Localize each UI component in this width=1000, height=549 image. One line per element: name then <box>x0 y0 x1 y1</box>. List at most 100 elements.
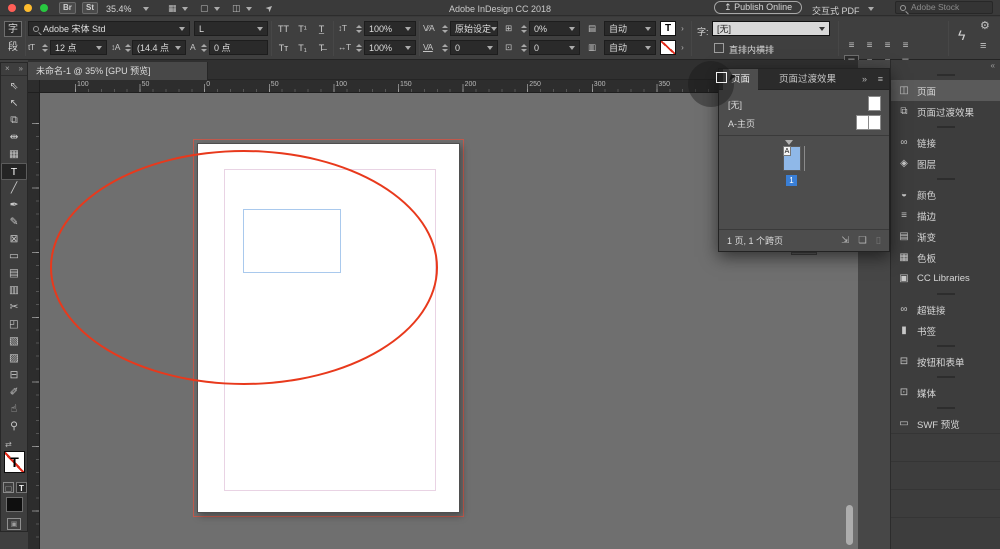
font-style-select[interactable]: L <box>194 21 268 36</box>
line-tool[interactable]: ╱ <box>1 180 27 197</box>
eyedropper-tool[interactable]: ✐ <box>1 384 27 401</box>
tracking-select[interactable]: 原始设定 <box>450 21 498 36</box>
type-tool[interactable]: T <box>1 163 27 180</box>
quick-apply-icon[interactable]: ϟ <box>958 28 965 43</box>
dock-collapse-icon[interactable]: « <box>991 61 995 70</box>
pages-more-icon[interactable]: » <box>862 69 867 90</box>
selection-tool[interactable]: ⇖ <box>1 78 27 95</box>
leading-select[interactable]: (14.4 点 <box>132 40 186 55</box>
page-tool[interactable]: ⧉ <box>1 112 27 129</box>
new-page-action-icon[interactable]: ❏ <box>858 235 867 246</box>
workspace-caret[interactable] <box>868 7 874 11</box>
dock-item-color[interactable]: ◒颜色 <box>891 184 1000 205</box>
gap-tool[interactable]: ⇹ <box>1 129 27 146</box>
zoom-tool[interactable]: ⚲ <box>1 418 27 435</box>
align-justify-button[interactable]: ≡ <box>898 38 913 53</box>
content-collector-tool[interactable]: ▦ <box>1 146 27 163</box>
master-row-a[interactable]: A-主页 <box>719 113 889 132</box>
ellipse-shape[interactable] <box>50 150 438 385</box>
panel-menu-icon[interactable]: ≡ <box>980 39 986 54</box>
dock-item-swf-preview[interactable]: ▭SWF 预览 <box>891 413 1000 434</box>
vertical-scale-select[interactable]: 100% <box>364 21 416 36</box>
format-text-toggle[interactable]: T <box>16 482 27 493</box>
dock-item-stroke[interactable]: ≡描边 <box>891 205 1000 226</box>
grid-count-stepper[interactable] <box>520 40 527 55</box>
kerning-field[interactable]: 0 点 <box>209 40 268 55</box>
pencil-tool[interactable]: ✎ <box>1 214 27 231</box>
note-tool[interactable]: ⊟ <box>1 367 27 384</box>
stroke-flyout-arrow[interactable]: › <box>678 40 687 55</box>
publish-online-button[interactable]: ↥ Publish Online <box>714 1 802 14</box>
gradient-feather-tool[interactable]: ▨ <box>1 350 27 367</box>
superscript-button[interactable]: T¹ <box>294 21 311 37</box>
tatechuyoko-checkbox[interactable] <box>714 43 724 53</box>
tracking-stepper[interactable] <box>441 21 448 36</box>
small-caps-button[interactable]: Tт <box>275 40 292 56</box>
all-caps-button[interactable]: TT <box>275 21 292 37</box>
dock-item-swatches[interactable]: ▦色板 <box>891 247 1000 268</box>
dock-item-media[interactable]: ⊡媒体 <box>891 382 1000 403</box>
rectangle-tool[interactable]: ▭ <box>1 248 27 265</box>
workspace-switcher[interactable]: 交互式 PDF <box>812 4 860 17</box>
font-size-stepper[interactable] <box>41 40 48 55</box>
proportional-spacing-stepper[interactable] <box>520 21 527 36</box>
proportional-spacing-select[interactable]: 0% <box>529 21 580 36</box>
apply-color-swatch[interactable] <box>6 497 23 512</box>
swap-fill-stroke-icon[interactable]: ⇄ <box>5 440 12 449</box>
frame-tool[interactable]: ⊠ <box>1 231 27 248</box>
page-transition-action-icon[interactable]: ⇲ <box>841 235 849 246</box>
dock-item-gradient[interactable]: ▤渐变 <box>891 226 1000 247</box>
tsume-select[interactable]: 0 <box>450 40 498 55</box>
grid-count-select[interactable]: 0 <box>529 40 580 55</box>
underline-button[interactable]: T̲ <box>313 21 330 37</box>
font-family-select[interactable]: Adobe 宋体 Std <box>28 21 190 36</box>
tools-close-icon[interactable]: × <box>5 63 10 75</box>
adobe-stock-search-input[interactable]: Adobe Stock <box>895 1 993 14</box>
gradient-swatch-tool[interactable]: ▧ <box>1 333 27 350</box>
dock-item-page-transitions[interactable]: ⧉页面过渡效果 <box>891 101 1000 122</box>
horizontal-scale-stepper[interactable] <box>355 40 362 55</box>
fill-color-swatch[interactable]: T <box>660 21 676 36</box>
spread-collapse-triangle[interactable] <box>785 140 793 145</box>
char-align-select[interactable]: 自动 <box>604 40 656 55</box>
dock-item-cc-libraries[interactable]: ▣CC Libraries <box>891 268 1000 289</box>
align-right-button[interactable]: ≡ <box>880 38 895 53</box>
stroke-color-swatch[interactable] <box>660 40 676 55</box>
character-style-select[interactable]: [无] <box>712 21 830 36</box>
paragraph-formatting-button[interactable]: 段 <box>4 40 22 56</box>
panel-gear-icon[interactable]: ⚙ <box>980 19 989 34</box>
document-tab[interactable]: 未命名-1 @ 35% [GPU 预览] <box>28 62 208 80</box>
free-transform-tool[interactable]: ◰ <box>1 316 27 333</box>
direct-selection-tool[interactable]: ↖ <box>1 95 27 112</box>
align-left-button[interactable]: ≡ <box>844 38 859 53</box>
dock-item-links[interactable]: ∞链接 <box>891 132 1000 153</box>
vertical-grid-tool[interactable]: ▥ <box>1 282 27 299</box>
strikethrough-button[interactable]: T̶ <box>313 40 330 56</box>
page-number-badge[interactable]: 1 <box>786 175 797 186</box>
dock-item-pages[interactable]: ◫页面 <box>891 80 1000 101</box>
page-1-thumbnail[interactable]: A <box>783 146 801 171</box>
vertical-scrollbar[interactable] <box>846 505 853 545</box>
ruler-corner[interactable] <box>28 80 40 93</box>
tsume-stepper[interactable] <box>441 40 448 55</box>
pages-menu-icon[interactable]: ≡ <box>878 69 883 90</box>
dock-item-hyperlinks[interactable]: ∞超链接 <box>891 299 1000 320</box>
hand-tool[interactable]: ☝ <box>1 401 27 418</box>
dock-item-layers[interactable]: ◈图层 <box>891 153 1000 174</box>
panel-resize-grip[interactable] <box>791 252 817 255</box>
pen-tool[interactable]: ✒ <box>1 197 27 214</box>
master-row-none[interactable]: [无] <box>719 94 889 113</box>
vertical-scale-stepper[interactable] <box>355 21 362 36</box>
dock-item-bookmarks[interactable]: ▮书签 <box>891 320 1000 341</box>
vertical-ruler[interactable] <box>28 93 40 549</box>
fill-flyout-arrow[interactable]: › <box>678 21 687 36</box>
horizontal-scale-select[interactable]: 100% <box>364 40 416 55</box>
text-fill-proxy-swatch[interactable]: T <box>4 451 25 473</box>
font-size-select[interactable]: 12 点 <box>50 40 107 55</box>
character-formatting-button[interactable]: 字 <box>4 21 22 37</box>
subscript-button[interactable]: T₁ <box>294 40 311 56</box>
screen-mode-button[interactable]: ▣ <box>7 518 21 530</box>
gyoudori-select[interactable]: 自动 <box>604 21 656 36</box>
align-center-button[interactable]: ≡ <box>862 38 877 53</box>
dock-item-buttons-forms[interactable]: ⊟按钮和表单 <box>891 351 1000 372</box>
